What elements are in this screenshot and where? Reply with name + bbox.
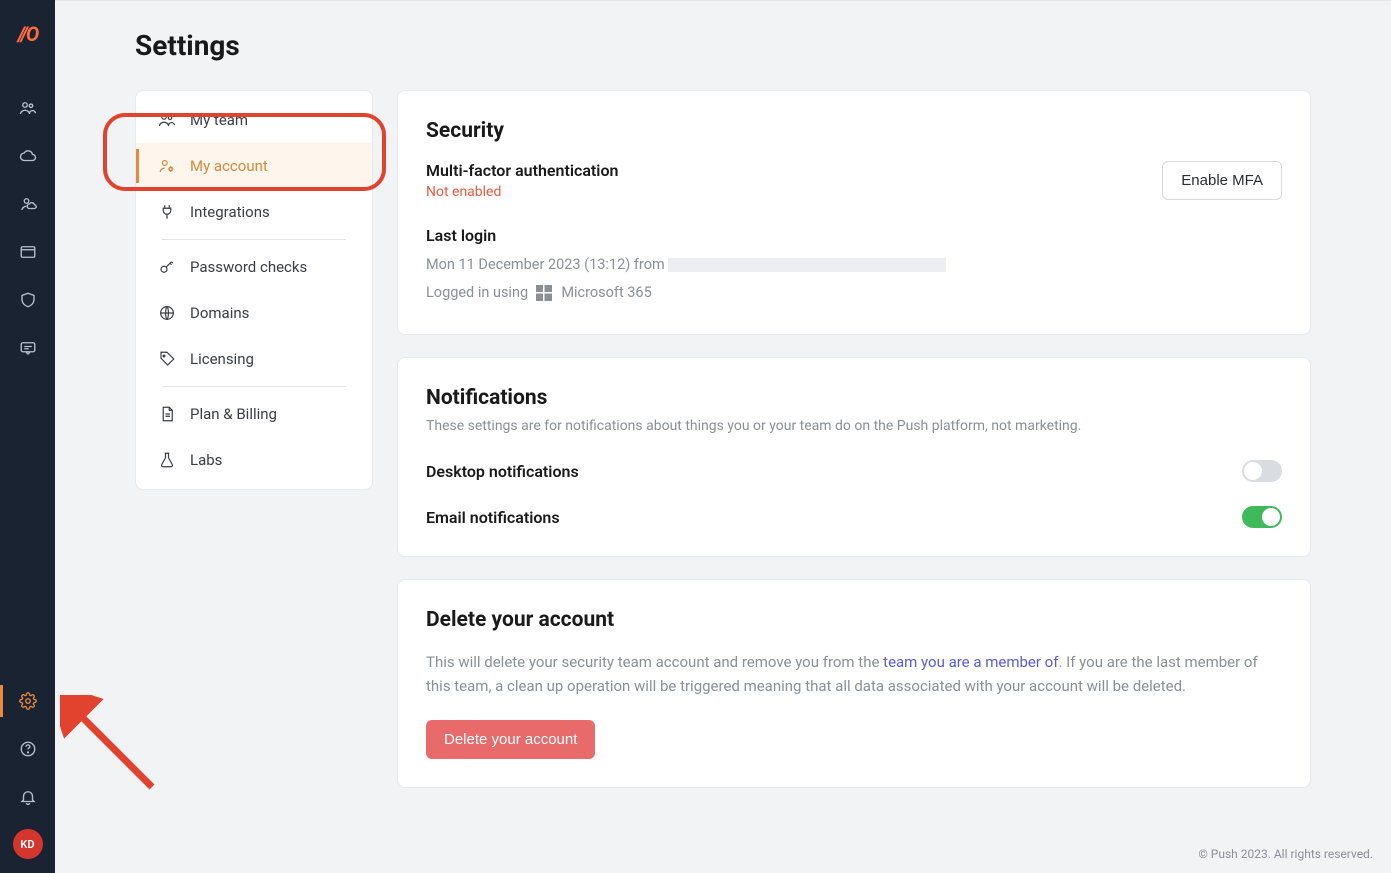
login-method-name: Microsoft 365 xyxy=(561,284,651,301)
email-notif-label: Email notifications xyxy=(426,508,560,527)
sidebar-item-chat[interactable] xyxy=(0,324,55,372)
flask-icon xyxy=(158,451,176,469)
nav-item-label: My team xyxy=(190,111,248,129)
security-card: Security Multi-factor authentication Not… xyxy=(397,90,1311,335)
notifications-heading: Notifications xyxy=(426,386,1282,410)
email-notif-row: Email notifications xyxy=(426,506,1282,528)
divider xyxy=(162,239,346,240)
mfa-row: Multi-factor authentication Not enabled … xyxy=(426,161,1282,200)
mfa-status: Not enabled xyxy=(426,184,618,200)
gear-icon xyxy=(19,692,37,710)
footer-copyright: © Push 2023. All rights reserved. xyxy=(1198,847,1373,861)
delete-text-before: This will delete your security team acco… xyxy=(426,653,883,671)
team-link[interactable]: team you are a member of xyxy=(883,653,1058,671)
redacted-block xyxy=(668,258,946,272)
sidebar-item-browser[interactable] xyxy=(0,228,55,276)
nav-item-label: Integrations xyxy=(190,203,270,221)
settings-nav-integrations[interactable]: Integrations xyxy=(136,189,372,235)
page-title: Settings xyxy=(135,29,1311,62)
cloud-icon xyxy=(19,147,37,165)
cards-column: Security Multi-factor authentication Not… xyxy=(397,90,1311,810)
delete-heading: Delete your account xyxy=(426,608,1282,632)
settings-nav-domains[interactable]: Domains xyxy=(136,290,372,336)
last-login-label: Last login xyxy=(426,226,1282,245)
email-notif-toggle[interactable] xyxy=(1242,506,1282,528)
nav-item-label: My account xyxy=(190,157,268,175)
mfa-label: Multi-factor authentication xyxy=(426,161,618,180)
user-cloud-icon xyxy=(19,195,37,213)
settings-nav-my-account[interactable]: My account xyxy=(136,143,372,189)
enable-mfa-button[interactable]: Enable MFA xyxy=(1162,161,1282,200)
nav-item-label: Labs xyxy=(190,451,222,469)
sidebar-item-shield[interactable] xyxy=(0,276,55,324)
settings-nav-password-checks[interactable]: Password checks xyxy=(136,244,372,290)
sidebar-item-settings[interactable] xyxy=(0,677,55,725)
delete-account-button[interactable]: Delete your account xyxy=(426,720,595,759)
sidebar-item-help[interactable] xyxy=(0,725,55,773)
people-icon xyxy=(19,99,37,117)
settings-nav-licensing[interactable]: Licensing xyxy=(136,336,372,382)
shield-icon xyxy=(19,291,37,309)
key-icon xyxy=(158,258,176,276)
settings-nav-labs[interactable]: Labs xyxy=(136,437,372,483)
nav-item-label: Licensing xyxy=(190,350,254,368)
chat-icon xyxy=(19,339,37,357)
document-icon xyxy=(158,405,176,423)
plug-icon xyxy=(158,203,176,221)
nav-item-label: Plan & Billing xyxy=(190,405,277,423)
help-icon xyxy=(19,740,37,758)
main-content: Settings My team My account Integrations… xyxy=(55,0,1391,873)
last-login-time: Mon 11 December 2023 (13:12) from xyxy=(426,256,668,273)
desktop-notif-toggle[interactable] xyxy=(1242,460,1282,482)
sidebar-item-alerts[interactable] xyxy=(0,773,55,821)
notifications-card: Notifications These settings are for not… xyxy=(397,357,1311,557)
delete-account-card: Delete your account This will delete you… xyxy=(397,579,1311,788)
nav-item-label: Domains xyxy=(190,304,249,322)
settings-nav: My team My account Integrations Password… xyxy=(135,90,373,490)
globe-icon xyxy=(158,304,176,322)
browser-icon xyxy=(19,243,37,261)
sidebar-item-cloud[interactable] xyxy=(0,132,55,180)
avatar[interactable]: KD xyxy=(13,829,43,859)
sidebar-item-user-cloud[interactable] xyxy=(0,180,55,228)
person-gear-icon xyxy=(158,157,176,175)
bell-icon xyxy=(19,788,37,806)
sidebar-item-team[interactable] xyxy=(0,84,55,132)
tag-icon xyxy=(158,350,176,368)
login-method-prefix: Logged in using xyxy=(426,284,528,301)
settings-nav-plan-billing[interactable]: Plan & Billing xyxy=(136,391,372,437)
nav-item-label: Password checks xyxy=(190,258,307,276)
last-login-detail: Mon 11 December 2023 (13:12) from Logged… xyxy=(426,251,1282,306)
app-sidebar: //O KD xyxy=(0,0,55,873)
desktop-notif-label: Desktop notifications xyxy=(426,462,579,481)
settings-nav-my-team[interactable]: My team xyxy=(136,97,372,143)
divider xyxy=(162,386,346,387)
last-login-section: Last login Mon 11 December 2023 (13:12) … xyxy=(426,226,1282,306)
delete-description: This will delete your security team acco… xyxy=(426,650,1282,698)
sidebar-bottom: KD xyxy=(0,677,55,873)
security-heading: Security xyxy=(426,119,1282,143)
desktop-notif-row: Desktop notifications xyxy=(426,460,1282,482)
people-icon xyxy=(158,111,176,129)
notifications-subtext: These settings are for notifications abo… xyxy=(426,418,1282,434)
logo: //O xyxy=(18,22,37,46)
microsoft-icon xyxy=(536,285,552,301)
